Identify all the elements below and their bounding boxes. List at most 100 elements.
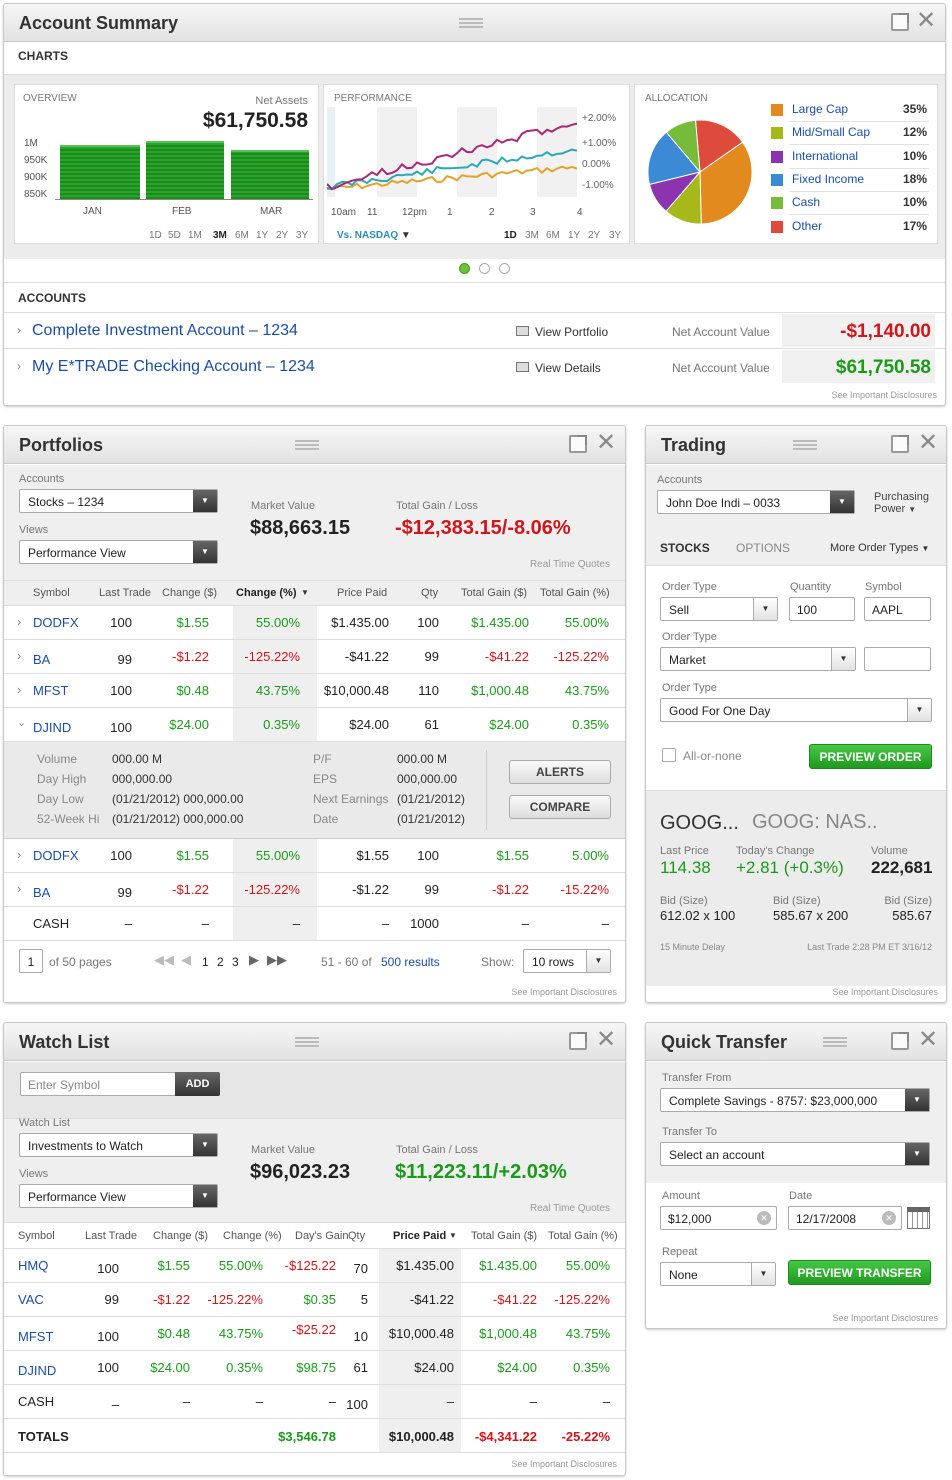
disclosure-link[interactable]: See Important Disclosures [511, 987, 617, 997]
view-select[interactable]: Performance View ▼ [19, 1184, 218, 1208]
table-row[interactable]: CASH – – – –100– – – [4, 1385, 625, 1419]
range-button[interactable]: 3M [525, 230, 539, 241]
chevron-right-icon[interactable]: › [17, 682, 21, 697]
vs-nasdaq-dropdown[interactable]: Vs. NASDAQ ▼ [337, 230, 411, 241]
table-row[interactable]: DJIND 100 $24.00 0.35% $98.75 61 $24.00 $24.00 0… [4, 1351, 625, 1385]
range-button[interactable]: 1Y [568, 230, 580, 241]
overview-bar[interactable] [146, 141, 224, 199]
disclosure-link[interactable]: See Important Disclosures [832, 987, 938, 997]
range-button[interactable]: 1D [149, 230, 162, 241]
drag-handle-icon[interactable] [459, 18, 483, 28]
column-header[interactable]: Change (%) [223, 1230, 282, 1242]
alerts-button[interactable]: ALERTS [509, 760, 611, 784]
range-button[interactable]: 3M [213, 230, 227, 241]
chevron-right-icon[interactable]: › [17, 648, 21, 663]
column-header[interactable]: Price Paid [337, 587, 387, 599]
preview-order-button[interactable]: PREVIEW ORDER [809, 744, 932, 769]
tab-options[interactable]: OPTIONS [736, 541, 790, 555]
table-row[interactable]: › DODFX 100 $1.55 55.00% $1.55 100 $1.55 5.00% [4, 839, 625, 873]
carousel-dot[interactable] [499, 263, 510, 274]
watch-list-select[interactable]: Investments to Watch ▼ [19, 1133, 218, 1157]
legend-label[interactable]: Mid/Small Cap [792, 125, 870, 139]
date-input[interactable]: 12/17/2008 ✕ [788, 1206, 902, 1230]
column-header[interactable]: Change ($) [162, 587, 217, 599]
enter-symbol-input[interactable]: Enter Symbol [20, 1072, 176, 1096]
range-button[interactable]: 3Y [296, 230, 308, 241]
prev-page-icon[interactable]: ◀ [181, 952, 191, 968]
column-header[interactable]: Price Paid [393, 1230, 446, 1242]
carousel-dot-active[interactable] [459, 263, 470, 274]
legend-label[interactable]: Fixed Income [792, 172, 864, 186]
column-header[interactable]: Change (%) [236, 587, 297, 599]
symbol-input[interactable]: AAPL [864, 597, 931, 621]
column-header[interactable]: Qty [348, 1230, 365, 1242]
range-button[interactable]: 2Y [588, 230, 600, 241]
limit-price-input[interactable] [864, 647, 931, 671]
table-row[interactable]: › MFST 100 $0.48 43.75% $10,000.48 110 $1,000.4… [4, 674, 625, 708]
popout-icon[interactable] [891, 1032, 909, 1050]
tab-stocks[interactable]: STOCKS [660, 541, 710, 555]
order-type-select[interactable]: Sell ▼ [660, 597, 778, 621]
panel-header[interactable]: Watch List ✕ [4, 1023, 625, 1061]
close-icon[interactable]: ✕ [918, 431, 938, 455]
disclosure-link[interactable]: See Important Disclosures [832, 1313, 938, 1323]
column-header[interactable]: Last Trade [85, 1230, 137, 1242]
column-header[interactable]: Total Gain ($) [471, 1230, 537, 1242]
table-row[interactable]: ⌄ DJIND 100 $24.00 0.35% $24.00 61 $24.00 0.35% [4, 708, 625, 742]
range-button[interactable]: 1D [504, 230, 517, 241]
chevron-right-icon[interactable]: › [17, 614, 21, 629]
column-header[interactable]: Total Gain (%) [540, 587, 610, 599]
table-row[interactable]: HMQ 100 $1.55 55.00% -$125.22 70 $1.435.00 $1.4… [4, 1249, 625, 1283]
panel-header[interactable]: Account Summary ✕ [4, 4, 945, 42]
page-link[interactable]: 2 [217, 955, 224, 969]
panel-header[interactable]: Trading ✕ [646, 426, 946, 464]
popout-icon[interactable] [569, 435, 587, 453]
drag-handle-icon[interactable] [793, 440, 817, 450]
account-name-link[interactable]: My E*TRADE Checking Account – 1234 [32, 358, 315, 376]
account-row[interactable]: › My E*TRADE Checking Account – 1234 View … [4, 348, 945, 384]
panel-header[interactable]: Portfolios ✕ [4, 426, 625, 464]
popout-icon[interactable] [891, 13, 909, 31]
carousel-dot[interactable] [479, 263, 490, 274]
account-select[interactable]: Stocks – 1234 ▼ [19, 489, 218, 513]
last-page-icon[interactable]: ▶▶ [267, 952, 287, 968]
column-header[interactable]: Total Gain (%) [548, 1230, 618, 1242]
rows-per-page-select[interactable]: 10 rows ▼ [523, 949, 611, 973]
table-row[interactable]: › BA 99 -$1.22 -125.22% -$1.22 99 -$1.22 -15.22% [4, 873, 625, 907]
drag-handle-icon[interactable] [295, 1037, 319, 1047]
column-header[interactable]: Total Gain ($) [461, 587, 527, 599]
range-button[interactable]: 1Y [256, 230, 268, 241]
clear-icon[interactable]: ✕ [757, 1211, 771, 1225]
column-header[interactable]: Symbol [18, 1230, 55, 1242]
panel-header[interactable]: Quick Transfer ✕ [646, 1023, 946, 1061]
table-row[interactable]: MFST 100 $0.48 43.75% -$25.22 10 $10,000.48 $1,… [4, 1317, 625, 1351]
more-order-types-dropdown[interactable]: More Order Types ▼ [830, 542, 929, 554]
legend-label[interactable]: Cash [792, 195, 820, 209]
results-link[interactable]: 500 results [381, 955, 440, 969]
page-input[interactable]: 1 [19, 949, 43, 973]
popout-icon[interactable] [569, 1032, 587, 1050]
table-row[interactable]: › BA 99 -$1.22 -125.22% -$41.22 99 -$41.22 -125.… [4, 640, 625, 674]
repeat-select[interactable]: None ▼ [660, 1262, 776, 1286]
disclosure-link[interactable]: See Important Disclosures [511, 1459, 617, 1469]
popout-icon[interactable] [891, 435, 909, 453]
preview-transfer-button[interactable]: PREVIEW TRANSFER [788, 1260, 931, 1285]
page-link[interactable]: 1 [202, 955, 209, 969]
clear-icon[interactable]: ✕ [882, 1211, 896, 1225]
close-icon[interactable]: ✕ [916, 9, 936, 33]
price-type-select[interactable]: Market ▼ [660, 647, 856, 671]
close-icon[interactable]: ✕ [918, 1028, 938, 1052]
chevron-down-icon[interactable]: ⌄ [17, 716, 26, 729]
trading-account-select[interactable]: John Doe Indi – 0033 ▼ [657, 490, 855, 514]
legend-label[interactable]: International [792, 149, 858, 163]
table-row[interactable]: CASH – – – –1000– – [4, 907, 625, 941]
legend-label[interactable]: Large Cap [792, 102, 848, 116]
amount-input[interactable]: $12,000 ✕ [660, 1206, 777, 1230]
account-name-link[interactable]: Complete Investment Account – 1234 [32, 322, 298, 340]
next-page-icon[interactable]: ▶ [249, 952, 259, 968]
overview-bar[interactable] [231, 150, 309, 199]
account-action-link[interactable]: View Details [535, 361, 601, 375]
chevron-right-icon[interactable]: › [17, 847, 21, 862]
all-or-none-checkbox[interactable] [662, 748, 676, 762]
column-header[interactable]: Change ($) [153, 1230, 208, 1242]
